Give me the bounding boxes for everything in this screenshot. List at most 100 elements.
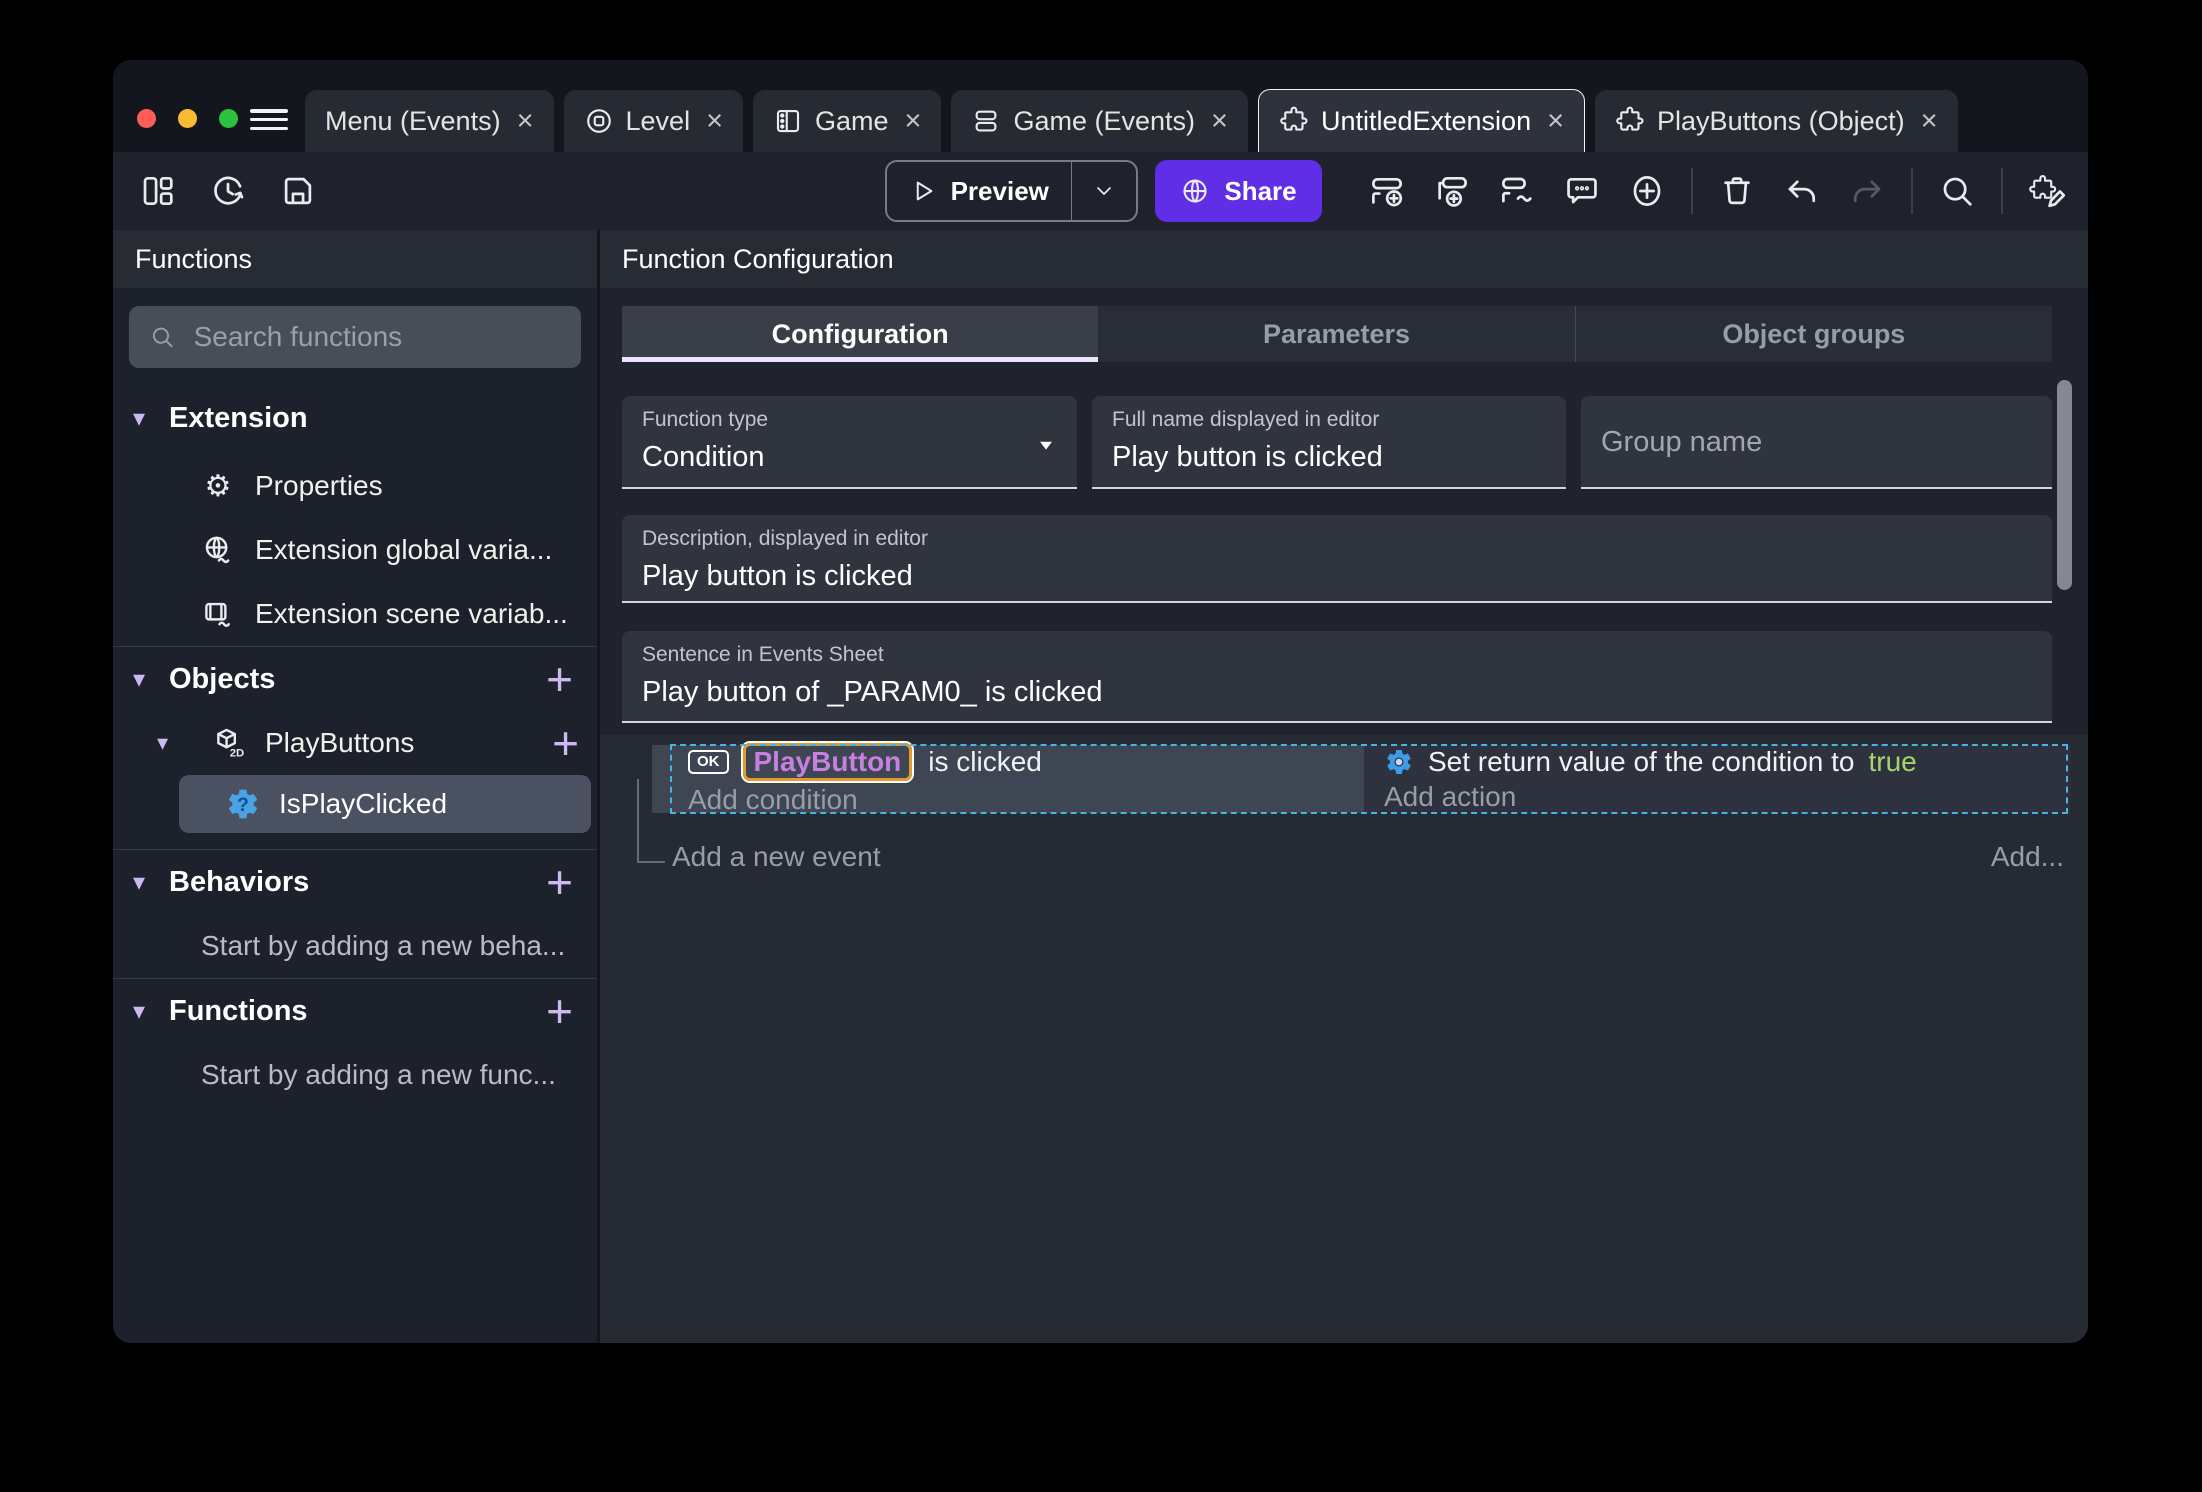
- field-value: Play button of _PARAM0_ is clicked: [642, 676, 1103, 708]
- close-tab-icon[interactable]: ×: [517, 106, 534, 136]
- collapse-icon[interactable]: ▾: [133, 868, 169, 897]
- scene-icon: [584, 106, 614, 136]
- search-functions-box[interactable]: [129, 306, 581, 368]
- share-button[interactable]: Share: [1155, 160, 1322, 222]
- close-tab-icon[interactable]: ×: [706, 106, 723, 136]
- divider: [1691, 168, 1693, 214]
- extension-puzzle-icon: [1279, 106, 1309, 136]
- item-properties[interactable]: ⚙ Properties: [113, 454, 597, 518]
- choose-event-button[interactable]: [1626, 170, 1668, 212]
- close-tab-icon[interactable]: ×: [1211, 106, 1228, 136]
- section-objects[interactable]: ▾ Objects +: [113, 646, 597, 711]
- action-line[interactable]: Set return value of the condition to tru…: [1384, 746, 2070, 778]
- main-menu-icon[interactable]: [250, 109, 288, 130]
- group-name-field[interactable]: Group name: [1581, 396, 2052, 489]
- chevron-down-icon: [1092, 179, 1116, 203]
- tab-menu-events[interactable]: Menu (Events) ×: [305, 90, 554, 152]
- add-condition-button[interactable]: Add condition: [688, 784, 1364, 816]
- tab-level[interactable]: Level ×: [563, 90, 743, 152]
- conditions-cell[interactable]: OK PlayButton is clicked Add condition: [652, 742, 1364, 816]
- preview-options-button[interactable]: [1072, 179, 1136, 203]
- collapse-icon[interactable]: ▾: [133, 997, 169, 1026]
- condition-line[interactable]: OK PlayButton is clicked: [688, 742, 1364, 781]
- tab-game[interactable]: Game ×: [753, 90, 942, 152]
- add-object-button[interactable]: +: [546, 656, 577, 702]
- undo-button[interactable]: [1781, 170, 1823, 212]
- item-playbuttons[interactable]: ▾ PlayButtons +: [113, 711, 597, 775]
- trash-icon: [1718, 172, 1756, 210]
- button-ok-icon: OK: [688, 749, 729, 774]
- editor-tabs: Menu (Events) × Level × Game × Game (Eve…: [305, 89, 1958, 152]
- actions-cell[interactable]: Set return value of the condition to tru…: [1364, 745, 2070, 813]
- configuration-section: Configuration Parameters Object groups F…: [600, 288, 2088, 735]
- tab-label: PlayButtons (Object): [1657, 105, 1905, 136]
- item-extension-global-variables[interactable]: Extension global varia...: [113, 518, 597, 582]
- item-extension-scene-variables[interactable]: Extension scene variab...: [113, 582, 597, 646]
- scrollbar-thumb[interactable]: [2057, 380, 2072, 590]
- collapse-icon[interactable]: ▾: [133, 404, 169, 433]
- action-value[interactable]: true: [1869, 746, 1917, 778]
- event-row[interactable]: OK PlayButton is clicked Add condition S…: [652, 742, 2070, 816]
- version-history-button[interactable]: [207, 170, 249, 212]
- close-tab-icon[interactable]: ×: [1921, 106, 1938, 136]
- search-functions-input[interactable]: [191, 320, 561, 354]
- dropdown-arrow-icon[interactable]: [1035, 434, 1057, 461]
- add-object-function-button[interactable]: +: [552, 720, 579, 766]
- section-label: Behaviors: [169, 865, 310, 898]
- save-icon: [279, 172, 317, 210]
- full-name-field[interactable]: Full name displayed in editor Play butto…: [1092, 396, 1566, 489]
- condition-object-token[interactable]: PlayButton: [742, 742, 913, 781]
- open-project-manager-button[interactable]: [137, 170, 179, 212]
- tab-parameters[interactable]: Parameters: [1098, 306, 1574, 362]
- minimize-window-button[interactable]: [178, 109, 197, 128]
- function-type-select[interactable]: Function type Condition: [622, 396, 1077, 489]
- field-label: Sentence in Events Sheet: [642, 643, 884, 666]
- field-placeholder: Group name: [1601, 426, 1763, 458]
- close-tab-icon[interactable]: ×: [905, 106, 922, 136]
- functions-tree: ▾ Extension ⚙ Properties Extension globa…: [113, 368, 597, 1343]
- condition-text: is clicked: [928, 745, 1042, 777]
- zoom-window-button[interactable]: [219, 109, 238, 128]
- configuration-tabs: Configuration Parameters Object groups: [622, 306, 2052, 362]
- condition-gear-question-icon: [225, 786, 261, 822]
- toolbar: Preview Share: [113, 152, 2088, 230]
- add-action-button[interactable]: Add action: [1384, 781, 2070, 813]
- add-behavior-button[interactable]: +: [546, 859, 577, 905]
- delete-button[interactable]: [1716, 170, 1758, 212]
- divider: [1911, 168, 1913, 214]
- add-event-button[interactable]: [1366, 170, 1408, 212]
- field-label: Description, displayed in editor: [642, 527, 928, 550]
- preview-button[interactable]: Preview: [885, 160, 1138, 222]
- tab-playbuttons-object[interactable]: PlayButtons (Object) ×: [1595, 90, 1958, 152]
- sentence-field[interactable]: Sentence in Events Sheet Play button of …: [622, 631, 2052, 723]
- search-events-button[interactable]: [1936, 170, 1978, 212]
- add-function-button[interactable]: +: [546, 988, 577, 1034]
- item-isplayclicked[interactable]: IsPlayClicked: [179, 775, 591, 833]
- collapse-icon[interactable]: ▾: [133, 665, 169, 694]
- edit-extension-button[interactable]: [2026, 170, 2068, 212]
- tab-untitled-extension[interactable]: UntitledExtension ×: [1257, 89, 1586, 152]
- close-window-button[interactable]: [137, 109, 156, 128]
- tab-object-groups[interactable]: Object groups: [1574, 306, 2052, 362]
- section-functions[interactable]: ▾ Functions +: [113, 978, 597, 1043]
- section-extension[interactable]: ▾ Extension: [113, 382, 597, 454]
- action-text: Set return value of the condition to: [1428, 745, 1855, 777]
- add-subevent-button[interactable]: [1431, 170, 1473, 212]
- save-button[interactable]: [277, 170, 319, 212]
- gdevelop-gear-icon: [1384, 747, 1414, 777]
- tab-configuration[interactable]: Configuration: [622, 306, 1099, 362]
- toolbar-left: [137, 152, 319, 230]
- section-behaviors[interactable]: ▾ Behaviors +: [113, 849, 597, 914]
- redo-button[interactable]: [1846, 170, 1888, 212]
- add-comment-button[interactable]: [1561, 170, 1603, 212]
- divider: [2001, 168, 2003, 214]
- add-new-event-button[interactable]: Add a new event: [672, 841, 881, 873]
- item-label: Properties: [255, 470, 383, 501]
- tab-game-events[interactable]: Game (Events) ×: [951, 90, 1248, 152]
- close-tab-icon[interactable]: ×: [1547, 106, 1564, 136]
- main-title: Function Configuration: [600, 230, 2088, 288]
- description-field[interactable]: Description, displayed in editor Play bu…: [622, 515, 2052, 603]
- add-more-button[interactable]: Add...: [1991, 841, 2064, 873]
- add-other-event-button[interactable]: [1496, 170, 1538, 212]
- collapse-icon[interactable]: ▾: [157, 730, 191, 756]
